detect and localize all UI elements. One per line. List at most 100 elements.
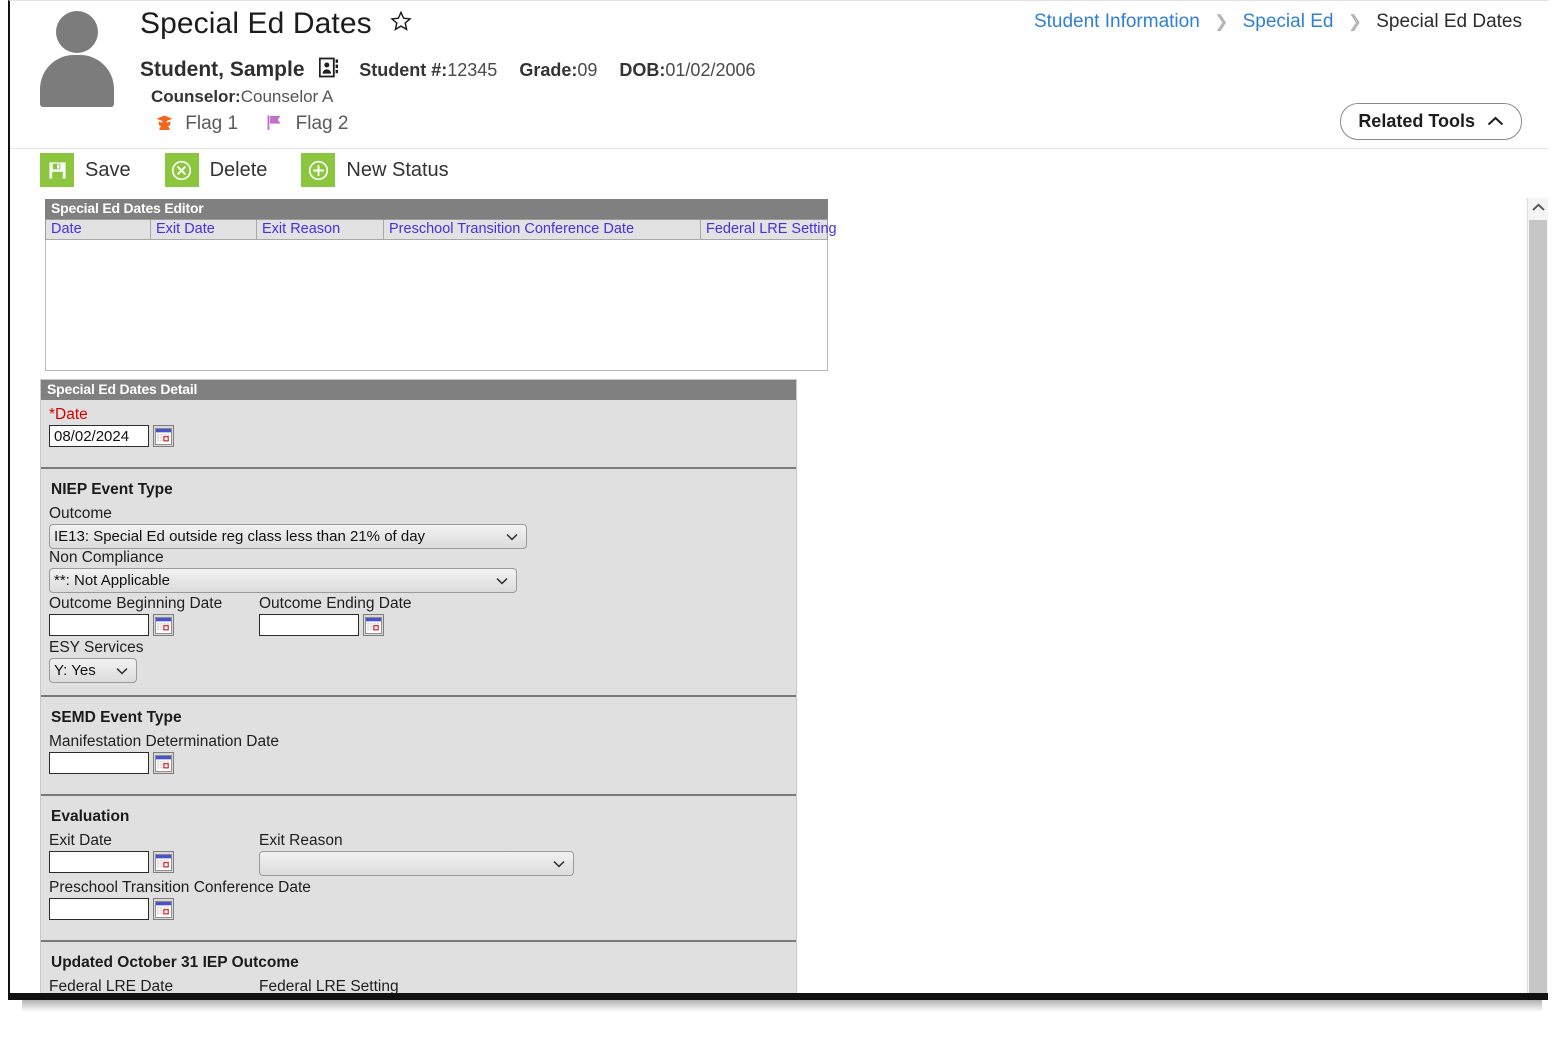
student-summary: Student, Sample Student #:12345 Grade:09	[140, 57, 756, 82]
non-compliance-label: Non Compliance	[49, 549, 164, 566]
counselor-label: Counselor:	[151, 87, 241, 106]
oct31-row: Federal LRE Date Federal LRE Setting	[49, 978, 788, 995]
scrollbar-thumb[interactable]	[1529, 220, 1547, 993]
breadcrumb-chevron-icon: ❯	[1214, 12, 1229, 31]
calendar-icon[interactable]	[153, 614, 174, 636]
preschool-transition-label: Preschool Transition Conference Date	[49, 879, 311, 896]
outcome-end-label: Outcome Ending Date	[259, 595, 412, 612]
esy-services-label: ESY Services	[49, 639, 144, 656]
exit-reason-select[interactable]	[259, 851, 574, 876]
outcome-end-input[interactable]	[259, 614, 359, 636]
counselor-info: Counselor:Counselor A	[151, 87, 333, 107]
column-header-federal-lre[interactable]: Federal LRE Setting	[700, 220, 837, 240]
app-screenshot: Special Ed Dates Student, Sample Student…	[0, 0, 1566, 1037]
exit-reason-select-wrap	[259, 851, 574, 876]
flag-item-1[interactable]: Flag 1	[155, 113, 238, 138]
new-status-button[interactable]: New Status	[301, 153, 449, 187]
breadcrumb-item-special-ed[interactable]: Special Ed	[1243, 11, 1334, 32]
student-flags: Flag 1 Flag 2	[155, 113, 370, 138]
calendar-icon[interactable]	[363, 614, 384, 636]
dob-value: 01/02/2006	[665, 60, 756, 80]
flag-icon	[265, 113, 284, 138]
scrollbar-up-arrow[interactable]	[1528, 198, 1548, 217]
non-compliance-select[interactable]: **: Not Applicable	[49, 568, 517, 593]
delete-label: Delete	[209, 158, 268, 181]
flag-1-label: Flag 1	[185, 113, 239, 134]
calendar-icon[interactable]	[153, 898, 174, 920]
federal-lre-setting-label: Federal LRE Setting	[259, 978, 399, 995]
graduate-flag-icon	[155, 113, 174, 138]
esy-services-select[interactable]: Y: Yes	[49, 658, 137, 683]
preschool-transition-input[interactable]	[49, 898, 149, 920]
outcome-begin-input[interactable]	[49, 614, 149, 636]
save-disk-icon	[40, 153, 74, 187]
outcome-select[interactable]: IE13: Special Ed outside reg class less …	[49, 524, 527, 549]
browser-window: Special Ed Dates Student, Sample Student…	[8, 0, 1548, 1000]
niep-section-title: NIEP Event Type	[51, 481, 173, 498]
outcome-label: Outcome	[49, 505, 112, 522]
detail-body: *Date 08/02/2024 NIEP Event Type Outcome…	[41, 400, 796, 995]
detail-section-semd: SEMD Event Type Manifestation Determinat…	[41, 697, 796, 796]
action-toolbar: Save Delete New Status	[40, 153, 449, 187]
save-label: Save	[85, 158, 131, 181]
calendar-icon[interactable]	[153, 752, 174, 774]
student-name: Student, Sample	[140, 58, 305, 81]
related-tools-button[interactable]: Related Tools	[1340, 103, 1522, 140]
outcome-end-field: Outcome Ending Date	[259, 595, 469, 636]
oct31-section-title: Updated October 31 IEP Outcome	[51, 954, 299, 971]
federal-lre-setting-field: Federal LRE Setting	[259, 978, 734, 995]
editor-table: Date Exit Date Exit Reason Preschool Tra…	[46, 220, 837, 240]
non-compliance-select-wrap: **: Not Applicable	[49, 568, 517, 593]
related-tools-label: Related Tools	[1358, 111, 1475, 131]
esy-services-select-wrap: Y: Yes	[49, 658, 137, 683]
manifestation-date-input[interactable]	[49, 752, 149, 774]
editor-grid-wrap: Date Exit Date Exit Reason Preschool Tra…	[45, 219, 837, 240]
outcome-begin-label: Outcome Beginning Date	[49, 595, 223, 612]
federal-lre-date-label: Federal LRE Date	[49, 978, 174, 995]
counselor-value: Counselor A	[240, 87, 334, 106]
evaluation-exit-row: Exit Date Exit Reason	[49, 832, 788, 876]
outcome-select-wrap: IE13: Special Ed outside reg class less …	[49, 524, 527, 549]
dob-label: DOB:	[619, 60, 666, 80]
breadcrumb-item-student-information[interactable]: Student Information	[1034, 11, 1200, 32]
save-button[interactable]: Save	[40, 153, 131, 187]
student-meta: Student #:12345 Grade:09 DOB:01/02/2006	[359, 60, 755, 80]
delete-x-icon	[164, 153, 199, 187]
exit-date-field: Exit Date	[49, 832, 259, 873]
star-icon[interactable]	[390, 6, 412, 40]
breadcrumb-item-current: Special Ed Dates	[1376, 11, 1522, 32]
breadcrumb-chevron-icon: ❯	[1347, 12, 1362, 31]
column-header-exit-date[interactable]: Exit Date	[150, 220, 257, 240]
calendar-icon[interactable]	[153, 851, 174, 873]
delete-button[interactable]: Delete	[164, 153, 268, 187]
federal-lre-date-field: Federal LRE Date	[49, 978, 259, 995]
editor-title: Special Ed Dates Editor	[45, 199, 828, 219]
grade-value: 09	[577, 60, 598, 80]
student-avatar	[36, 9, 114, 107]
manifestation-date-label: Manifestation Determination Date	[49, 733, 280, 750]
outcome-begin-field: Outcome Beginning Date	[49, 595, 259, 636]
exit-reason-field: Exit Reason	[259, 832, 574, 876]
calendar-icon[interactable]	[153, 425, 174, 447]
student-number-value: 12345	[447, 60, 498, 80]
chevron-up-icon	[1487, 111, 1504, 132]
column-header-preschool[interactable]: Preschool Transition Conference Date	[383, 220, 701, 240]
flag-item-2[interactable]: Flag 2	[265, 113, 348, 138]
avatar-body	[40, 55, 114, 107]
detail-section-evaluation: Evaluation Exit Date Exit Reason Prescho…	[41, 796, 796, 942]
window-drop-shadow	[22, 1000, 1542, 1012]
page-header: Special Ed Dates Student, Sample Student…	[10, 1, 1548, 149]
vertical-scrollbar[interactable]	[1527, 198, 1548, 993]
exit-date-label: Exit Date	[49, 832, 112, 849]
column-header-date[interactable]: Date	[46, 220, 151, 240]
detail-title: Special Ed Dates Detail	[41, 380, 796, 400]
plus-icon	[301, 153, 336, 187]
page-title-text: Special Ed Dates	[140, 7, 372, 40]
table-header-row: Date Exit Date Exit Reason Preschool Tra…	[46, 220, 837, 240]
flag-2-label: Flag 2	[295, 113, 349, 134]
column-header-exit-reason[interactable]: Exit Reason	[256, 220, 384, 240]
contact-card-icon[interactable]	[319, 57, 339, 81]
date-input[interactable]	[49, 425, 149, 447]
exit-date-input[interactable]	[49, 851, 149, 873]
evaluation-section-title: Evaluation	[51, 808, 130, 825]
